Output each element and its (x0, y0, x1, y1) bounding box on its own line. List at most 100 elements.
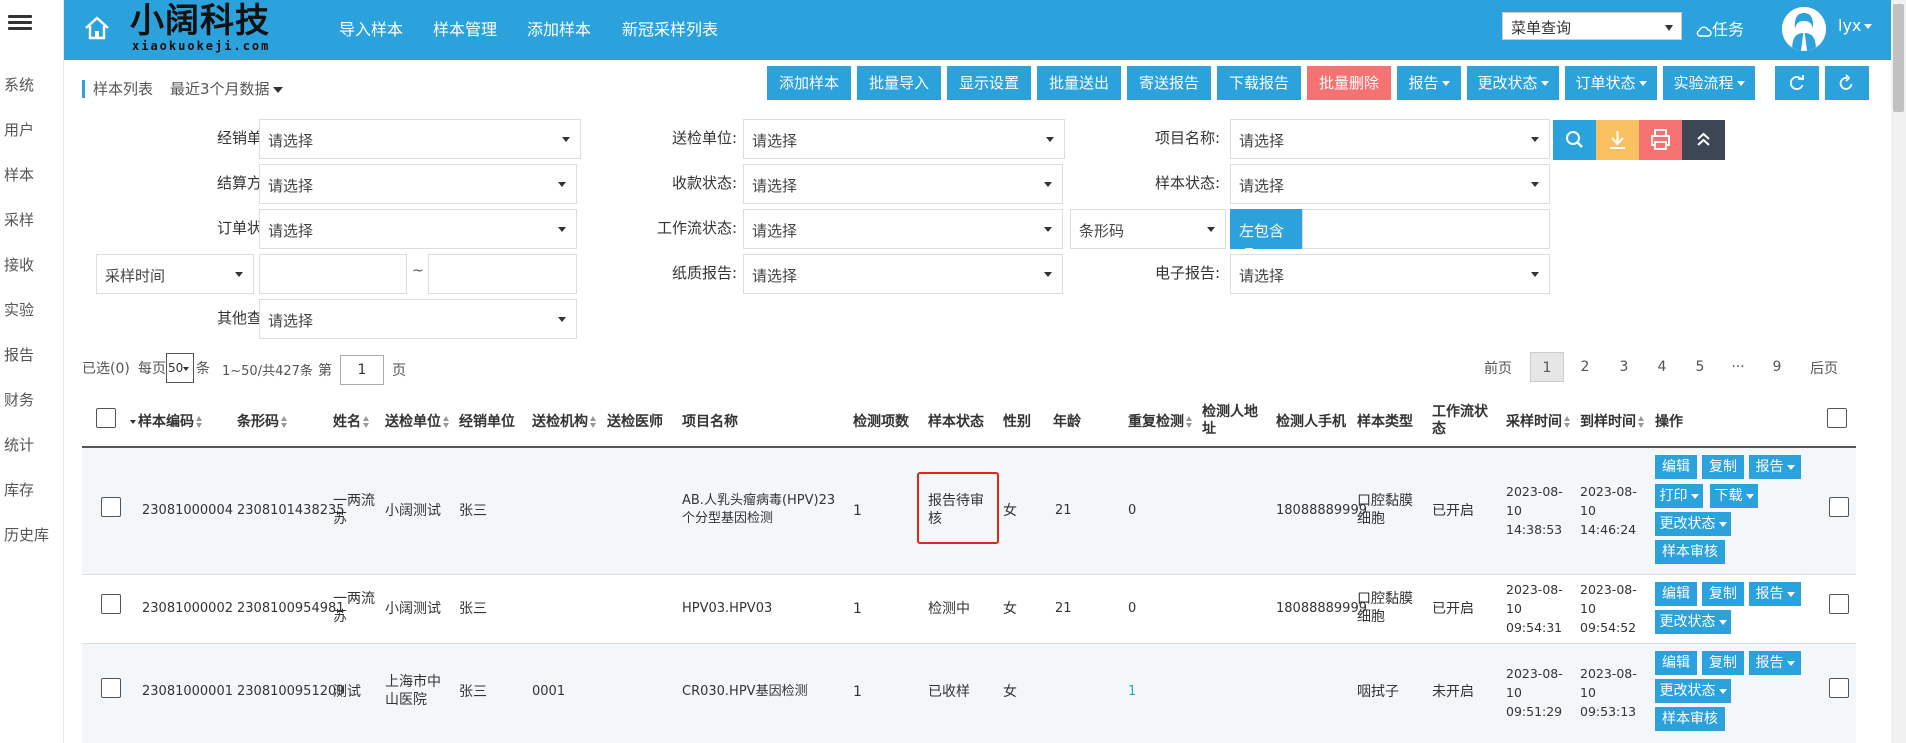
user-menu[interactable]: lyx (1838, 16, 1873, 35)
contain-mode-select[interactable]: 左包含 (1230, 209, 1302, 253)
add-sample-button[interactable]: 添加样本 (767, 66, 851, 100)
row-report-button[interactable]: 报告 (1749, 651, 1801, 675)
row-right-checkbox[interactable] (1829, 497, 1849, 517)
order-status-button[interactable]: 订单状态 (1565, 66, 1657, 100)
page-link-1[interactable]: 1 (1530, 352, 1564, 382)
batch-send-button[interactable]: 批量送出 (1037, 66, 1121, 100)
project-select[interactable]: 请选择 (1230, 119, 1550, 159)
sidebar-item-collect[interactable]: 采样 (0, 209, 60, 230)
row-change-status-button[interactable]: 更改状态 (1655, 512, 1731, 536)
menu-search-select[interactable]: 菜单查询 (1502, 12, 1682, 40)
col-sample-no[interactable]: 样本编码 (130, 413, 203, 431)
edit-button[interactable]: 编辑 (1655, 455, 1697, 479)
row-report-button[interactable]: 报告 (1749, 582, 1801, 606)
report-dropdown-button[interactable]: 报告 (1397, 66, 1461, 100)
row-checkbox[interactable] (101, 497, 121, 517)
page-number-input[interactable]: 1 (340, 355, 384, 385)
menu-toggle-icon[interactable] (8, 12, 32, 34)
page-scrollbar[interactable] (1891, 0, 1906, 743)
nav-sample-manage[interactable]: 样本管理 (433, 16, 497, 40)
page-link-5[interactable]: 5 (1683, 352, 1717, 382)
send-report-button[interactable]: 寄送报告 (1127, 66, 1211, 100)
sidebar-item-finance[interactable]: 财务 (0, 389, 60, 410)
col-institution[interactable]: 送检机构 (532, 413, 597, 431)
order-status-select[interactable]: 请选择 (259, 209, 577, 249)
home-icon[interactable] (82, 13, 112, 43)
edit-button[interactable]: 编辑 (1655, 651, 1697, 675)
col-receive-time[interactable]: 到样时间 (1580, 413, 1645, 431)
sender-select[interactable]: 请选择 (743, 119, 1065, 159)
page-link-9[interactable]: 9 (1760, 352, 1794, 382)
download-report-button[interactable]: 下载报告 (1217, 66, 1301, 100)
sidebar-item-sample[interactable]: 样本 (0, 164, 60, 185)
row-right-checkbox[interactable] (1829, 594, 1849, 614)
display-settings-button[interactable]: 显示设置 (947, 66, 1031, 100)
barcode-input[interactable] (1302, 209, 1550, 249)
row-checkbox[interactable] (101, 678, 121, 698)
task-link[interactable]: 任务 (1696, 16, 1744, 40)
prev-page-link[interactable]: 前页 (1484, 358, 1512, 378)
payment-select[interactable]: 请选择 (743, 164, 1063, 204)
sidebar-item-system[interactable]: 系统 (0, 74, 60, 95)
per-page-select[interactable]: 50 (166, 353, 194, 383)
col-sender[interactable]: 送检单位 (385, 413, 450, 431)
download-dropdown-button[interactable]: 下载 (1710, 484, 1758, 508)
nav-covid-list[interactable]: 新冠采样列表 (622, 16, 718, 40)
next-page-link[interactable]: 后页 (1810, 358, 1838, 378)
copy-button[interactable]: 复制 (1702, 455, 1744, 479)
barcode-field-select[interactable]: 条形码 (1070, 209, 1226, 249)
col-name[interactable]: 姓名 (333, 413, 370, 431)
sidebar-item-inventory[interactable]: 库存 (0, 479, 60, 500)
sample-review-button[interactable]: 样本审核 (1655, 707, 1725, 731)
nav-import-sample[interactable]: 导入样本 (339, 16, 403, 40)
sample-review-button[interactable]: 样本审核 (1655, 540, 1725, 564)
sidebar-item-stats[interactable]: 统计 (0, 434, 60, 455)
col-barcode[interactable]: 条形码 (237, 413, 288, 431)
copy-button[interactable]: 复制 (1702, 582, 1744, 606)
collapse-button[interactable] (1682, 120, 1725, 160)
row-report-button[interactable]: 报告 (1749, 455, 1801, 479)
search-button[interactable] (1553, 120, 1596, 160)
page-link-3[interactable]: 3 (1607, 352, 1641, 382)
paper-report-select[interactable]: 请选择 (743, 254, 1063, 294)
dealer-select[interactable]: 请选择 (259, 119, 581, 159)
print-button[interactable] (1639, 120, 1682, 160)
select-all-checkbox[interactable] (96, 408, 116, 428)
other-query-select[interactable]: 请选择 (259, 299, 577, 339)
col-sample-time[interactable]: 采样时间 (1506, 413, 1571, 431)
scroll-thumb[interactable] (1893, 4, 1904, 112)
sidebar-item-lab[interactable]: 实验 (0, 299, 60, 320)
edit-button[interactable]: 编辑 (1655, 582, 1697, 606)
settlement-select[interactable]: 请选择 (259, 164, 577, 204)
change-status-button[interactable]: 更改状态 (1467, 66, 1559, 100)
col-retest[interactable]: 重复检测 (1128, 413, 1193, 431)
copy-button[interactable]: 复制 (1702, 651, 1744, 675)
electronic-report-select[interactable]: 请选择 (1230, 254, 1550, 294)
print-dropdown-button[interactable]: 打印 (1655, 484, 1703, 508)
cell-retest-link[interactable]: 1 (1128, 683, 1136, 701)
batch-delete-button[interactable]: 批量删除 (1307, 66, 1391, 100)
page-link-4[interactable]: 4 (1645, 352, 1679, 382)
time-field-select[interactable]: 采样时间 (96, 254, 254, 294)
sidebar-item-history[interactable]: 历史库 (0, 524, 60, 545)
time-start-input[interactable] (259, 254, 407, 294)
header-right-checkbox[interactable] (1827, 408, 1847, 428)
nav-add-sample[interactable]: 添加样本 (527, 16, 591, 40)
row-right-checkbox[interactable] (1829, 678, 1849, 698)
page-link-2[interactable]: 2 (1568, 352, 1602, 382)
sidebar-item-user[interactable]: 用户 (0, 119, 60, 140)
sample-status-select[interactable]: 请选择 (1230, 164, 1550, 204)
time-end-input[interactable] (428, 254, 577, 294)
download-button[interactable] (1596, 120, 1639, 160)
row-checkbox[interactable] (101, 594, 121, 614)
reload-button[interactable] (1825, 66, 1869, 100)
sidebar-item-report[interactable]: 报告 (0, 344, 60, 365)
row-change-status-button[interactable]: 更改状态 (1655, 610, 1731, 634)
lab-flow-button[interactable]: 实验流程 (1663, 66, 1755, 100)
batch-import-button[interactable]: 批量导入 (857, 66, 941, 100)
workflow-select[interactable]: 请选择 (743, 209, 1063, 249)
row-change-status-button[interactable]: 更改状态 (1655, 679, 1731, 703)
range-select[interactable]: 最近3个月数据 (170, 80, 283, 98)
refresh-button[interactable] (1775, 66, 1819, 100)
sidebar-item-receive[interactable]: 接收 (0, 254, 60, 275)
